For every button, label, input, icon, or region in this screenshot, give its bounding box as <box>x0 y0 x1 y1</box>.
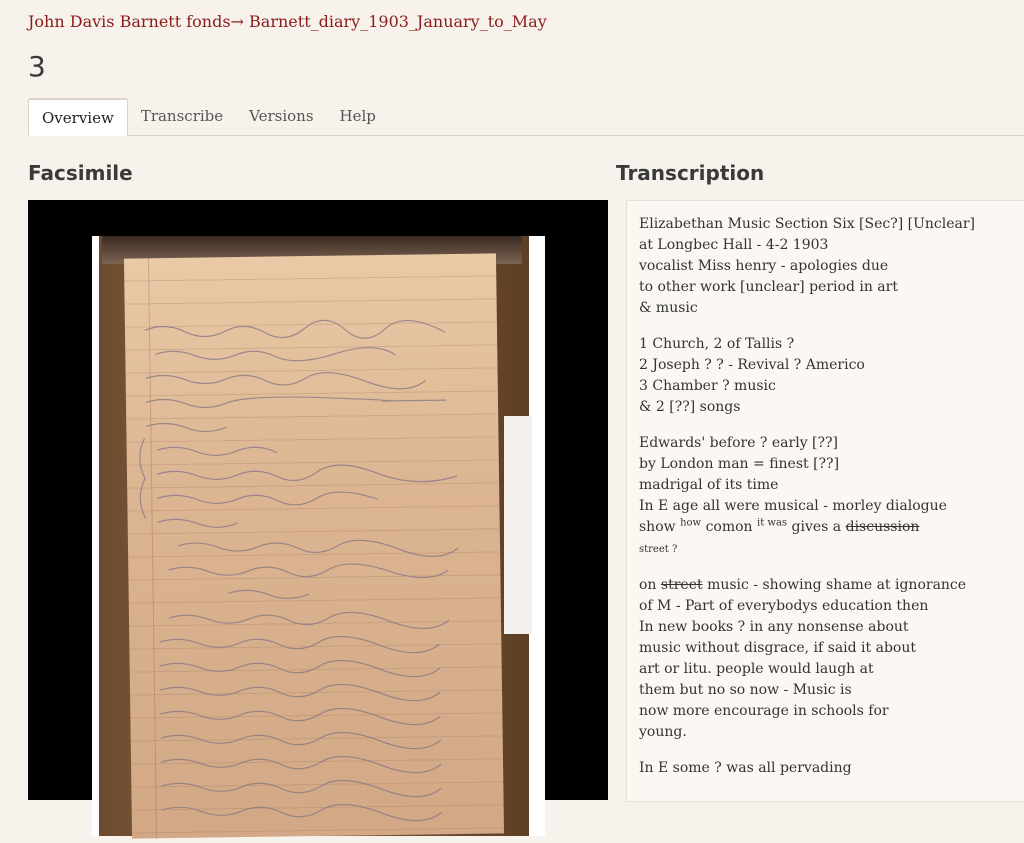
tab-help[interactable]: Help <box>327 98 389 135</box>
breadcrumb-work-link[interactable]: Barnett_diary_1903_January_to_May <box>249 12 547 31</box>
tab-transcribe[interactable]: Transcribe <box>128 98 236 135</box>
transcription-panel: Elizabethan Music Section Six [Sec?] [Un… <box>626 200 1024 802</box>
facsimile-heading: Facsimile <box>28 161 133 185</box>
breadcrumb-collection-link[interactable]: John Davis Barnett fonds <box>28 12 231 31</box>
tab-bar: Overview Transcribe Versions Help <box>28 98 1024 136</box>
tab-versions[interactable]: Versions <box>236 98 326 135</box>
page-title: 3 <box>28 50 46 83</box>
transcription-paragraph: on street music - showing shame at ignor… <box>639 577 967 740</box>
diary-page <box>123 253 505 839</box>
transcription-paragraph: Elizabethan Music Section Six [Sec?] [Un… <box>639 216 976 316</box>
transcription-paragraph: 1 Church, 2 of Tallis ? 2 Joseph ? ? - R… <box>639 336 865 415</box>
page-tab-marker <box>504 416 532 634</box>
tab-overview[interactable]: Overview <box>28 98 128 136</box>
handwriting <box>125 313 504 838</box>
transcription-heading: Transcription <box>616 161 765 185</box>
transcription-paragraph: Edwards' before ? early [??] by London m… <box>639 435 947 555</box>
facsimile-image[interactable] <box>92 236 545 839</box>
breadcrumb-separator: → <box>230 12 244 31</box>
facsimile-viewer[interactable] <box>28 200 608 839</box>
breadcrumb: John Davis Barnett fonds→ Barnett_diary_… <box>28 12 547 31</box>
transcription-paragraph: In E some ? was all pervading <box>639 760 852 776</box>
